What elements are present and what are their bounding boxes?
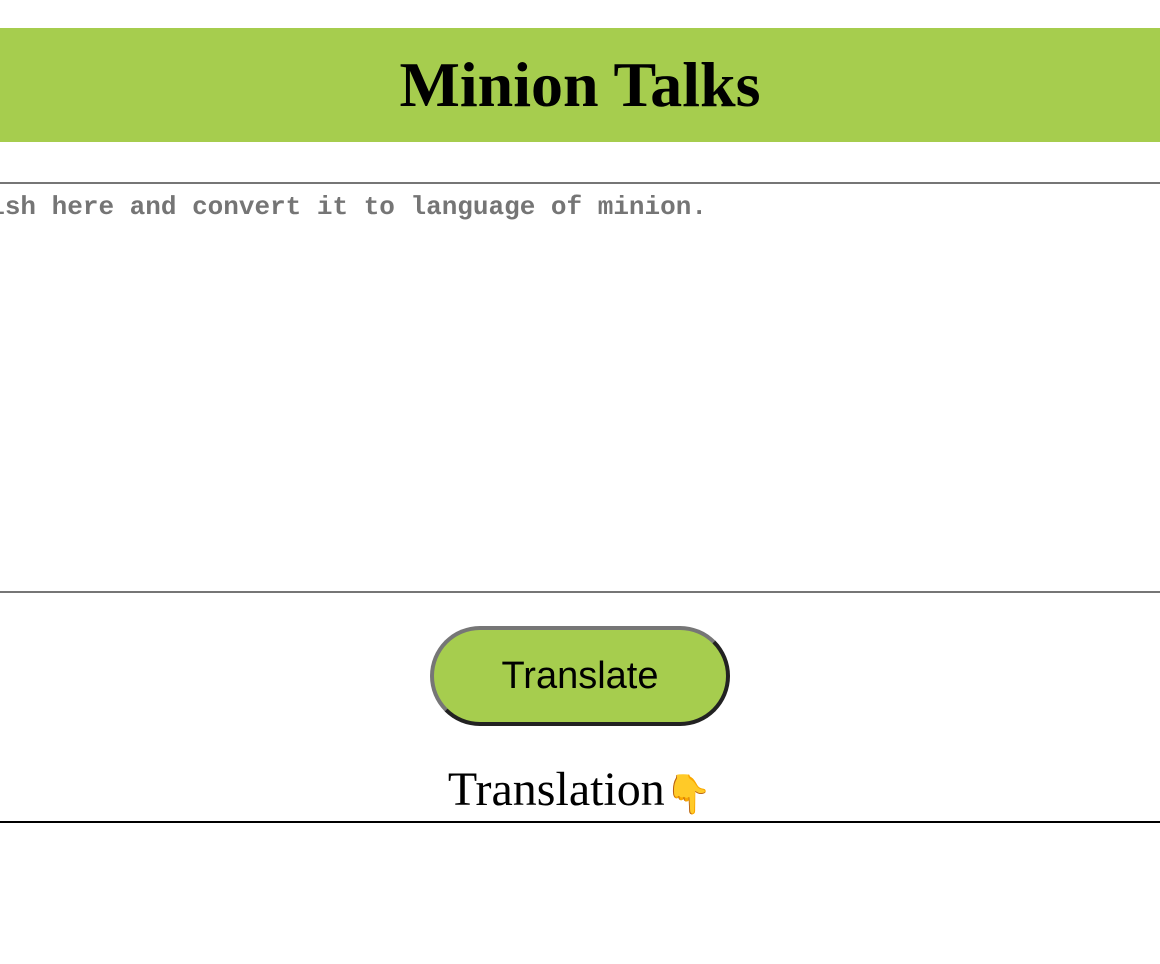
translation-heading: Translation👇 bbox=[0, 760, 1160, 824]
translation-heading-label: Translation bbox=[447, 763, 665, 816]
page-title: Minion Talks bbox=[399, 49, 761, 120]
pointing-down-icon: 👇 bbox=[664, 771, 713, 816]
input-container bbox=[0, 182, 1160, 593]
translation-output bbox=[0, 823, 1160, 964]
translate-button[interactable]: Translate bbox=[430, 626, 730, 726]
english-input[interactable] bbox=[0, 184, 1160, 591]
app-header: Minion Talks bbox=[0, 28, 1160, 142]
